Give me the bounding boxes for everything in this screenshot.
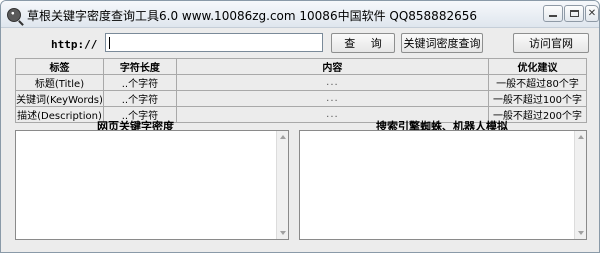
header-content: 内容 <box>175 58 489 75</box>
row-tag: 关键词(KeyWords) <box>15 90 104 107</box>
table-header-row: 标签 字符长度 内容 优化建议 <box>15 58 588 75</box>
query-button[interactable]: 查 询 <box>331 33 395 53</box>
url-label: http:// <box>51 38 98 51</box>
scroll-up-icon[interactable] <box>578 135 584 139</box>
row-advice: 一般不超过80个字 <box>487 74 588 91</box>
minimize-icon <box>549 15 557 17</box>
maximize-button[interactable] <box>564 5 584 22</box>
maximize-icon <box>569 10 579 17</box>
row-length: ..个字符 <box>102 90 177 107</box>
header-advice: 优化建议 <box>487 58 588 75</box>
header-tag: 标签 <box>15 58 104 75</box>
keyword-density-textarea[interactable] <box>15 130 289 240</box>
table-row: 关键词(KeyWords) ..个字符 ... 一般不超过100个字 <box>15 90 588 107</box>
meta-table: 标签 字符长度 内容 优化建议 标题(Title) ..个字符 ... 一般不超… <box>15 58 588 123</box>
vertical-scrollbar[interactable] <box>276 131 288 239</box>
scroll-up-icon[interactable] <box>280 135 286 139</box>
vertical-scrollbar[interactable] <box>574 131 586 239</box>
row-content: ... <box>175 74 489 91</box>
row-content: ... <box>175 90 489 107</box>
header-length: 字符长度 <box>102 58 177 75</box>
close-button[interactable]: ✕ <box>585 5 599 22</box>
url-input[interactable] <box>105 33 323 52</box>
window-title: 草根关键字密度查询工具6.0 www.10086zg.com 10086中国软件… <box>27 9 477 23</box>
row-tag: 描述(Description) <box>15 106 104 123</box>
spider-simulation-textarea[interactable] <box>299 130 587 240</box>
keyword-density-button[interactable]: 关键词密度查询 <box>401 33 483 53</box>
minimize-button[interactable] <box>543 5 563 22</box>
visit-site-button[interactable]: 访问官网 <box>513 33 589 53</box>
row-tag: 标题(Title) <box>15 74 104 91</box>
magnifier-icon <box>7 8 21 22</box>
table-row: 标题(Title) ..个字符 ... 一般不超过80个字 <box>15 74 588 91</box>
title-bar[interactable]: 草根关键字密度查询工具6.0 www.10086zg.com 10086中国软件… <box>1 1 599 28</box>
text-cursor <box>109 37 110 49</box>
scroll-down-icon[interactable] <box>578 231 584 235</box>
row-length: ..个字符 <box>102 74 177 91</box>
row-advice: 一般不超过100个字 <box>487 90 588 107</box>
close-icon: ✕ <box>587 8 597 19</box>
scroll-down-icon[interactable] <box>280 231 286 235</box>
app-window: 草根关键字密度查询工具6.0 www.10086zg.com 10086中国软件… <box>0 0 600 253</box>
